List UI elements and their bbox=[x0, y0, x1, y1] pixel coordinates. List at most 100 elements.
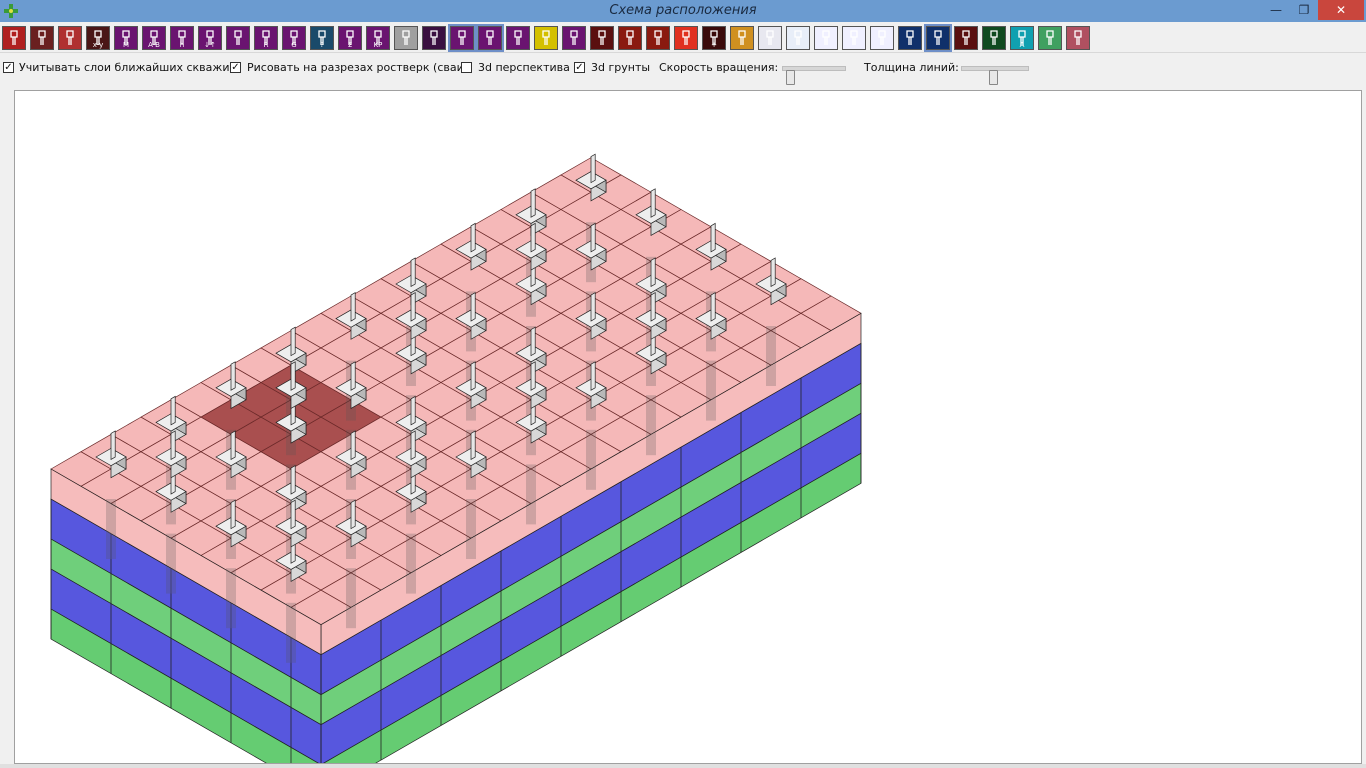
search-tool-button[interactable] bbox=[786, 26, 810, 50]
pile-circle-tool-button[interactable] bbox=[506, 26, 530, 50]
column bbox=[530, 188, 536, 218]
dots-red-2-tool-button[interactable] bbox=[842, 26, 866, 50]
column bbox=[290, 464, 296, 495]
options-bar: ✓ Учитывать слои ближайших скважин ✓ Рис… bbox=[0, 56, 1366, 85]
target-tool-button[interactable] bbox=[58, 26, 82, 50]
checkmark-icon: ✓ bbox=[231, 62, 240, 73]
column bbox=[290, 326, 296, 357]
column bbox=[410, 257, 416, 288]
svg-text:+: + bbox=[711, 41, 717, 49]
column bbox=[350, 430, 356, 461]
sun-tool-button[interactable] bbox=[476, 24, 504, 52]
circle-plan-tool-button[interactable] bbox=[448, 24, 476, 52]
query-tool-button[interactable]: ? bbox=[310, 26, 334, 50]
minimize-button[interactable]: — bbox=[1262, 0, 1290, 20]
rotation-speed-slider[interactable] bbox=[782, 66, 846, 85]
grid-blue-tool-button[interactable] bbox=[924, 24, 952, 52]
dots-red-3-icon bbox=[878, 30, 886, 45]
soil-layers-tool-button[interactable] bbox=[1066, 26, 1090, 50]
pile-section-tool-button[interactable] bbox=[30, 26, 54, 50]
grid-blue-icon bbox=[934, 30, 942, 45]
column bbox=[530, 326, 536, 357]
column bbox=[710, 291, 716, 322]
pile-arrow-tool-button[interactable] bbox=[422, 26, 446, 50]
maximize-button[interactable]: ❐ bbox=[1290, 0, 1318, 20]
g-tool-button[interactable]: G bbox=[282, 26, 306, 50]
line-width-slider[interactable] bbox=[961, 66, 1029, 85]
column bbox=[470, 222, 476, 253]
nearby-wells-label: Учитывать слои ближайших скважин bbox=[19, 61, 237, 74]
nearby-wells-checkbox[interactable]: ✓ bbox=[3, 62, 14, 73]
column bbox=[650, 291, 656, 322]
column bbox=[650, 257, 656, 288]
sum-tool-button[interactable]: Σ bbox=[338, 26, 362, 50]
column bbox=[470, 361, 476, 391]
kr-tool-button[interactable]: KP bbox=[366, 26, 390, 50]
square-blue-icon bbox=[906, 30, 914, 45]
draw-grillage-label: Рисовать на разрезах ростверк (сваи) bbox=[247, 61, 469, 74]
pile-base-tool-button[interactable] bbox=[590, 26, 614, 50]
landscape-tool-button[interactable] bbox=[1038, 26, 1062, 50]
pile-plus-tool-button[interactable]: + bbox=[702, 26, 726, 50]
h-tool-button[interactable]: h bbox=[170, 26, 194, 50]
m-tool-button[interactable]: M bbox=[114, 26, 138, 50]
dots-red-tool-button[interactable] bbox=[814, 26, 838, 50]
swap-tool-button[interactable] bbox=[534, 26, 558, 50]
column bbox=[110, 430, 116, 461]
frame-tool-button[interactable] bbox=[394, 26, 418, 50]
m-icon: M bbox=[122, 30, 130, 49]
column bbox=[290, 361, 296, 391]
rotation-speed-thumb[interactable] bbox=[786, 70, 796, 85]
search-icon bbox=[794, 30, 802, 45]
pages-icon bbox=[766, 30, 774, 45]
h-icon: h bbox=[178, 30, 186, 49]
envelope-tool-button[interactable] bbox=[954, 26, 978, 50]
pages-tool-button[interactable] bbox=[758, 26, 782, 50]
rotation-speed-label: Скорость вращения: bbox=[659, 61, 779, 74]
sum-icon: Σ bbox=[346, 30, 354, 49]
text-a-icon: A bbox=[1018, 30, 1026, 49]
r-tool-button[interactable]: R bbox=[254, 26, 278, 50]
load-arrows-tool-button[interactable]: ↓↑ bbox=[198, 26, 222, 50]
title-bar: Схема расположения — ❐ ✕ bbox=[0, 0, 1366, 22]
soils3d-checkbox[interactable]: ✓ bbox=[574, 62, 585, 73]
svg-text:A: A bbox=[1020, 41, 1025, 49]
svg-text:Σ: Σ bbox=[348, 41, 352, 49]
dots-red-3-tool-button[interactable] bbox=[870, 26, 894, 50]
layers-tool-button[interactable] bbox=[730, 26, 754, 50]
line-width-thumb[interactable] bbox=[988, 70, 998, 85]
svg-text:R: R bbox=[264, 41, 269, 49]
svg-text:G: G bbox=[291, 41, 296, 49]
close-button[interactable]: ✕ bbox=[1318, 0, 1364, 20]
draw-grillage-checkbox[interactable]: ✓ bbox=[230, 62, 241, 73]
heat-tool-button[interactable] bbox=[674, 26, 698, 50]
foundation-3d-model[interactable] bbox=[15, 91, 1361, 768]
layers-icon bbox=[738, 30, 746, 45]
grid-dense-tool-button[interactable] bbox=[646, 26, 670, 50]
pile-xy-icon: x·y bbox=[93, 30, 103, 49]
soils3d-label: 3d грунты bbox=[591, 61, 651, 74]
pile-xy-tool-button[interactable]: x·y bbox=[86, 26, 110, 50]
checkmark-icon: ✓ bbox=[4, 62, 13, 73]
landscape-icon bbox=[1046, 30, 1054, 45]
pile-v-tool-button[interactable] bbox=[226, 26, 250, 50]
svg-text:A·B: A·B bbox=[148, 41, 160, 49]
3d-viewport[interactable] bbox=[14, 90, 1362, 768]
status-strip bbox=[0, 764, 1366, 768]
green-e-tool-button[interactable] bbox=[982, 26, 1006, 50]
column bbox=[590, 291, 596, 322]
grid-icon bbox=[626, 30, 634, 45]
frame-icon bbox=[402, 30, 410, 45]
pile-circle-icon bbox=[514, 30, 522, 45]
column bbox=[350, 361, 356, 391]
pile-cross-tool-button[interactable] bbox=[2, 26, 26, 50]
square-blue-tool-button[interactable] bbox=[898, 26, 922, 50]
grid-tool-button[interactable] bbox=[618, 26, 642, 50]
perspective-checkbox[interactable] bbox=[461, 62, 472, 73]
pile-arrow-icon bbox=[430, 30, 438, 45]
column bbox=[590, 361, 596, 391]
ab-tool-button[interactable]: A·B bbox=[142, 26, 166, 50]
block-tool-button[interactable] bbox=[562, 26, 586, 50]
text-a-tool-button[interactable]: A bbox=[1010, 26, 1034, 50]
block-icon bbox=[570, 30, 578, 45]
